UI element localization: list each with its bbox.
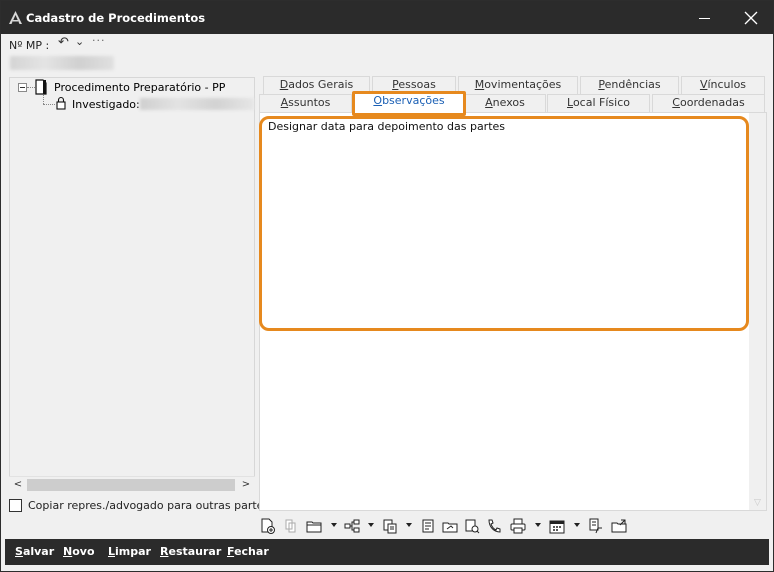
import-dropdown-icon[interactable] (406, 523, 412, 527)
novo-button[interactable]: Novo (63, 545, 95, 558)
scroll-down-icon[interactable]: ▽ (749, 498, 766, 508)
window-title: Cadastro de Procedimentos (26, 11, 206, 25)
tab-movimentacoes[interactable]: Movimentações (458, 76, 578, 94)
tab-assuntos[interactable]: Assuntos (259, 94, 352, 112)
tree-child-label[interactable]: Investigado: (72, 98, 140, 111)
action-bar: Salvar Novo Limpar Restaurar Fechar (5, 539, 769, 565)
tab-vinculos[interactable]: Vínculos (681, 76, 765, 94)
procedure-tree: Procedimento Preparatório - PP Investiga… (9, 77, 255, 493)
person-lock-icon (56, 96, 66, 110)
salvar-button[interactable]: Salvar (15, 545, 54, 558)
import-icon[interactable] (381, 517, 399, 535)
scroll-left-icon[interactable]: < (11, 478, 25, 492)
tab-coordenadas[interactable]: Coordenadas (652, 94, 765, 112)
report-icon[interactable] (419, 517, 437, 535)
close-button[interactable] (731, 1, 771, 34)
scrollbar-thumb[interactable] (27, 479, 235, 491)
folder-icon[interactable] (305, 517, 323, 535)
procedimentos-window: Cadastro de Procedimentos Nº MP : ↶ ⌄ ··… (0, 0, 774, 572)
tab-pendencias[interactable]: Pendências (580, 76, 679, 94)
limpar-button[interactable]: Limpar (108, 545, 151, 558)
tree-connector (43, 95, 44, 104)
tree-root-label[interactable]: Procedimento Preparatório - PP (54, 81, 225, 94)
tree-dropdown-icon[interactable] (368, 523, 374, 527)
tree-horizontal-scrollbar[interactable]: < > (9, 476, 255, 493)
more-icon[interactable]: ··· (92, 34, 106, 47)
close-icon (744, 11, 758, 25)
panel-vertical-scrollbar[interactable]: ▽ (749, 113, 766, 510)
print-icon[interactable] (509, 517, 527, 535)
mp-label: Nº MP : (9, 39, 50, 52)
investigado-name-redacted (140, 98, 254, 110)
chevron-down-icon[interactable]: ⌄ (75, 35, 84, 48)
calendar-dropdown-icon[interactable] (574, 523, 580, 527)
active-tab-highlight (352, 91, 466, 116)
mp-value-redacted (10, 56, 114, 70)
folder-dropdown-icon[interactable] (331, 523, 337, 527)
folder-share-icon[interactable] (441, 517, 459, 535)
add-document-icon[interactable] (259, 517, 277, 535)
tree-structure-icon[interactable] (343, 517, 361, 535)
calendar-icon[interactable] (548, 517, 566, 535)
tab-anexos[interactable]: Anexos (464, 94, 546, 112)
copy-document-icon[interactable] (282, 517, 300, 535)
tab-local-fisico[interactable]: Local Físico (547, 94, 650, 112)
copy-representatives-checkbox[interactable] (9, 499, 22, 512)
app-logo-icon (9, 11, 22, 24)
observacoes-highlight (259, 116, 749, 331)
edit-document-icon[interactable] (587, 517, 605, 535)
copy-representatives-label[interactable]: Copiar repres./advogado para outras part… (28, 499, 269, 512)
title-bar: Cadastro de Procedimentos (1, 1, 773, 34)
fechar-button[interactable]: Fechar (227, 545, 269, 558)
restaurar-button[interactable]: Restaurar (160, 545, 221, 558)
tree-connector (27, 87, 35, 88)
undo-icon[interactable]: ↶ (58, 35, 69, 50)
observacoes-textarea[interactable]: Designar data para depoimento das partes (268, 120, 505, 133)
bottom-toolbar (259, 515, 639, 537)
minimize-button[interactable] (685, 1, 725, 34)
collapse-toggle[interactable] (18, 83, 27, 92)
document-search-icon[interactable] (463, 517, 481, 535)
tree-connector (43, 104, 55, 105)
phone-icon[interactable] (485, 517, 503, 535)
folder-export-icon[interactable] (610, 517, 628, 535)
scroll-right-icon[interactable]: > (239, 478, 253, 492)
procedure-document-icon (35, 79, 47, 95)
print-dropdown-icon[interactable] (535, 523, 541, 527)
